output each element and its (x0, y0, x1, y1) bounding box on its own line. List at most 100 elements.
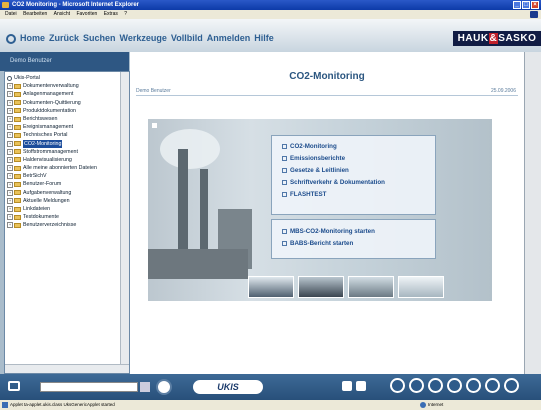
vertical-scrollbar[interactable] (120, 72, 129, 373)
nav-help[interactable]: Hilfe (254, 33, 274, 44)
menu-ansicht[interactable]: Ansicht (54, 11, 70, 17)
tree-item[interactable]: + Aufgabenverwaltung (7, 189, 129, 197)
tree-item[interactable]: + BetrSichV (7, 172, 129, 180)
hero-image: CO2-Monitoring Emissionsberichte Gesetze… (148, 119, 492, 301)
status-zone: Internet (428, 402, 444, 407)
brand-left: HAUK (457, 33, 489, 44)
exit-button-icon[interactable] (504, 378, 519, 393)
tree-item[interactable]: + Testdokumente (7, 213, 129, 221)
bullet-icon (282, 179, 287, 185)
tree-item[interactable]: + Technisches Portal (7, 131, 129, 139)
folder-icon[interactable] (8, 381, 20, 391)
bullet-icon (282, 143, 287, 149)
menu-item-label: FLASHTEST (290, 191, 327, 198)
brand-right: SASKO (498, 33, 537, 44)
tree-item[interactable]: + CO2-Monitoring (7, 139, 129, 148)
nav-login[interactable]: Anmelden (207, 33, 251, 44)
menu-item-co2-monitoring[interactable]: CO2-Monitoring (282, 141, 435, 153)
nav-tools[interactable]: Werkzeuge (120, 33, 167, 44)
tree-item-label: Haldenvisualisierung (23, 156, 72, 163)
expand-icon[interactable]: + (7, 83, 13, 90)
expand-icon[interactable]: + (7, 99, 13, 106)
tree-item[interactable]: + Linkdateien (7, 205, 129, 213)
menu-help[interactable]: ? (124, 11, 127, 17)
menu-item-mbs-start[interactable]: MBS-CO2-Monitoring starten (282, 226, 435, 238)
tree-item-label: Benutzerverzeichnisse (23, 222, 77, 229)
tree-item[interactable]: + Dokumentenverwaltung (7, 82, 129, 90)
folder-icon (14, 165, 21, 171)
expand-icon[interactable]: + (7, 165, 13, 172)
dropdown-button[interactable] (140, 382, 150, 392)
message-icon[interactable] (356, 381, 366, 391)
browser-statusbar: Applet ta-applet.ukis.class UksGenericAp… (0, 400, 541, 410)
nav-back[interactable]: Zurück (49, 33, 79, 44)
thumbnail-image (348, 276, 394, 298)
close-button[interactable]: × (531, 1, 539, 9)
folder-icon (14, 173, 21, 179)
refresh-button-icon[interactable] (466, 378, 481, 393)
expand-icon[interactable]: + (7, 140, 13, 147)
tree-item[interactable]: + Ereignismanagement (7, 123, 129, 131)
up-button-icon[interactable] (485, 378, 500, 393)
divider (136, 95, 518, 96)
expand-icon[interactable]: + (7, 132, 13, 139)
menu-item-emissionsberichte[interactable]: Emissionsberichte (282, 153, 435, 165)
tree-item[interactable]: + Berichtswesen (7, 115, 129, 123)
expand-icon[interactable]: + (7, 222, 13, 229)
expand-icon[interactable]: + (7, 189, 13, 196)
tree-item-label: Ereignismanagement (23, 124, 74, 131)
tree-item[interactable]: + Produktdokumentation (7, 107, 129, 115)
tree-item[interactable]: + Haldenvisualisierung (7, 156, 129, 164)
menu-favoriten[interactable]: Favoriten (76, 11, 97, 17)
nav-fullscreen[interactable]: Vollbild (171, 33, 203, 44)
expand-icon[interactable]: + (7, 173, 13, 180)
expand-icon[interactable]: + (7, 214, 13, 221)
expand-icon[interactable]: + (7, 91, 13, 98)
menu-item-babs-start[interactable]: BABS-Bericht starten (282, 238, 435, 250)
lock-button-icon[interactable] (409, 378, 424, 393)
search-go-icon[interactable] (156, 379, 172, 395)
expand-icon[interactable]: + (7, 197, 13, 204)
horizontal-scrollbar[interactable] (5, 364, 129, 373)
menu-item-schriftverkehr[interactable]: Schriftverkehr & Dokumentation (282, 177, 435, 189)
expand-icon[interactable]: + (7, 107, 13, 114)
quick-search-input[interactable] (40, 382, 138, 392)
tree-item-label: Dokumentenverwaltung (23, 83, 79, 90)
expand-icon[interactable]: + (7, 206, 13, 213)
portal-nav-links: Home Zurück Suchen Werkzeuge Vollbild An… (6, 33, 274, 44)
tree-item[interactable]: + Benutzer-Forum (7, 180, 129, 188)
tree-item-label: Anlagenmanagement (23, 91, 74, 98)
nav-home[interactable]: Home (20, 33, 45, 44)
tree-item[interactable]: + Stoffstrommanagement (7, 148, 129, 156)
menu-bearbeiten[interactable]: Bearbeiten (23, 11, 47, 17)
menu-item-flashtest[interactable]: FLASHTEST (282, 189, 435, 201)
tree-root[interactable]: Ukis-Portal (7, 74, 129, 82)
menu-datei[interactable]: Datei (5, 11, 17, 17)
thumbnail-image (298, 276, 344, 298)
tree-item[interactable]: + Aktuelle Meldungen (7, 197, 129, 205)
expand-icon[interactable]: + (7, 148, 13, 155)
tree-item[interactable]: + Dokumenten-Quittierung (7, 99, 129, 107)
print-button-icon[interactable] (428, 378, 443, 393)
nav-search[interactable]: Suchen (83, 33, 116, 44)
expand-icon[interactable]: + (7, 156, 13, 163)
menu-extras[interactable]: Extras (104, 11, 118, 17)
expand-icon[interactable]: + (7, 116, 13, 123)
page-scrollbar[interactable] (524, 52, 541, 374)
users-icon[interactable] (342, 381, 352, 391)
tree-item[interactable]: + Alle meine abonnierten Dateien (7, 164, 129, 172)
maximize-button[interactable]: □ (522, 1, 530, 9)
tree-item[interactable]: + Benutzerverzeichnisse (7, 221, 129, 229)
plant-building-graphic (148, 249, 248, 279)
info-button-icon[interactable] (390, 378, 405, 393)
mail-button-icon[interactable] (447, 378, 462, 393)
tree-item-label: Berichtswesen (23, 115, 58, 122)
menu-item-gesetze[interactable]: Gesetze & Leitlinien (282, 165, 435, 177)
bottom-toolbar: UKIS (0, 374, 541, 400)
expand-icon[interactable]: + (7, 181, 13, 188)
tree-item[interactable]: + Anlagenmanagement (7, 90, 129, 98)
folder-icon (14, 83, 21, 89)
tree-item-label: Benutzer-Forum (23, 181, 62, 188)
minimize-button[interactable]: _ (513, 1, 521, 9)
expand-icon[interactable]: + (7, 124, 13, 131)
